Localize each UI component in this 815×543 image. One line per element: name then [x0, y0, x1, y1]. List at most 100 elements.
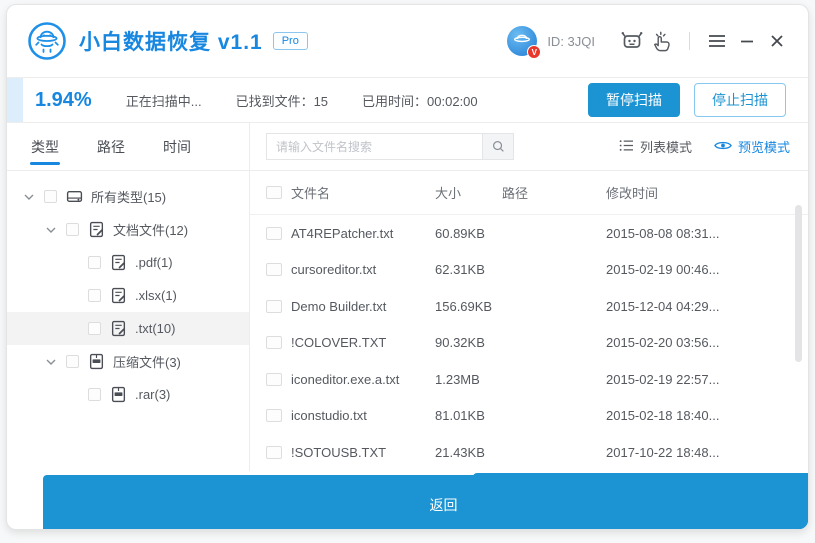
tree-checkbox[interactable]: [88, 388, 101, 401]
tree-item-txt[interactable]: .txt(10): [7, 312, 249, 345]
scan-status-bar: 1.94% 正在扫描中... 已找到文件：15 已用时间：00:02:00 暂停…: [7, 77, 808, 123]
table-row[interactable]: cursoreditor.txt 62.31KB 2015-02-19 00:4…: [250, 252, 808, 289]
row-checkbox[interactable]: [266, 409, 282, 422]
list-icon: [619, 139, 634, 155]
tree-item-label: .pdf(1): [135, 255, 173, 270]
touch-hand-icon[interactable]: [647, 26, 677, 56]
list-mode-toggle[interactable]: 列表模式: [619, 137, 692, 156]
tree-checkbox[interactable]: [44, 190, 57, 203]
file-table: 文件名 大小 路径 修改时间 AT4REPatcher.txt 60.89KB …: [250, 171, 808, 471]
user-id-label: ID: 3JQI: [547, 34, 595, 49]
eye-icon: [714, 139, 732, 154]
column-header-time: 修改时间: [606, 183, 808, 202]
tab-path[interactable]: 路径: [97, 123, 125, 170]
user-avatar[interactable]: V: [507, 26, 537, 56]
pro-badge: Pro: [273, 32, 308, 50]
footer-bar: 返回 导出文件列表 立即恢复: [7, 471, 808, 530]
select-all-checkbox[interactable]: [266, 186, 282, 199]
tree-checkbox[interactable]: [88, 256, 101, 269]
main-content: 所有类型(15) 文档文件(12): [7, 171, 808, 471]
zip-icon: [88, 353, 105, 370]
recover-now-button[interactable]: 立即恢复: [638, 473, 809, 530]
chevron-down-icon[interactable]: [21, 194, 37, 200]
table-row[interactable]: !COLOVER.TXT 90.32KB 2015-02-20 03:56...: [250, 325, 808, 362]
document-icon: [110, 254, 127, 271]
tree-item-label: 压缩文件(3): [113, 352, 181, 371]
app-title: 小白数据恢复 v1.1: [79, 26, 263, 56]
tree-checkbox[interactable]: [66, 223, 79, 236]
row-checkbox[interactable]: [266, 300, 282, 313]
file-size: 60.89KB: [435, 226, 502, 241]
pause-scan-button[interactable]: 暂停扫描: [588, 83, 680, 117]
tree-item-label: .rar(3): [135, 387, 170, 402]
tree-item-documents[interactable]: 文档文件(12): [7, 213, 249, 246]
divider: [689, 32, 690, 50]
tab-time[interactable]: 时间: [163, 123, 191, 170]
minimize-icon[interactable]: [732, 26, 762, 56]
file-time: 2015-12-04 04:29...: [606, 299, 808, 314]
elapsed-time-label: 已用时间：00:02:00: [362, 91, 478, 110]
table-row[interactable]: !SOTOUSB.TXT 21.43KB 2017-10-22 18:48...: [250, 434, 808, 471]
tree-item-label: 文档文件(12): [113, 220, 188, 239]
close-icon[interactable]: [762, 26, 792, 56]
column-header-name: 文件名: [291, 183, 435, 202]
file-time: 2017-10-22 18:48...: [606, 445, 808, 460]
scan-percent: 1.94%: [35, 89, 92, 112]
document-icon: [88, 221, 105, 238]
disk-icon: [66, 188, 83, 205]
file-size: 1.23MB: [435, 372, 502, 387]
column-header-path: 路径: [502, 183, 606, 202]
tree-item-xlsx[interactable]: .xlsx(1): [7, 279, 249, 312]
table-row[interactable]: AT4REPatcher.txt 60.89KB 2015-08-08 08:3…: [250, 215, 808, 252]
search-icon[interactable]: [482, 133, 514, 160]
file-size: 156.69KB: [435, 299, 502, 314]
row-checkbox[interactable]: [266, 227, 282, 240]
column-header-size: 大小: [435, 183, 502, 202]
file-size: 21.43KB: [435, 445, 502, 460]
file-time: 2015-08-08 08:31...: [606, 226, 808, 241]
robot-icon[interactable]: [617, 26, 647, 56]
table-row[interactable]: iconstudio.txt 81.01KB 2015-02-18 18:40.…: [250, 398, 808, 435]
titlebar-right: V ID: 3JQI: [507, 26, 792, 56]
file-time: 2015-02-19 22:57...: [606, 372, 808, 387]
chevron-down-icon[interactable]: [43, 227, 59, 233]
file-name: !SOTOUSB.TXT: [291, 445, 435, 460]
table-header: 文件名 大小 路径 修改时间: [250, 171, 808, 215]
app-window: 小白数据恢复 v1.1 Pro V ID: 3JQI: [6, 4, 809, 530]
file-size: 81.01KB: [435, 408, 502, 423]
menu-icon[interactable]: [702, 26, 732, 56]
preview-mode-toggle[interactable]: 预览模式: [714, 137, 790, 156]
file-name: iconstudio.txt: [291, 408, 435, 423]
table-row[interactable]: Demo Builder.txt 156.69KB 2015-12-04 04:…: [250, 288, 808, 325]
tree-item-archives[interactable]: 压缩文件(3): [7, 345, 249, 378]
file-time: 2015-02-20 03:56...: [606, 335, 808, 350]
document-icon: [110, 287, 127, 304]
tree-item-rar[interactable]: .rar(3): [7, 378, 249, 411]
file-time: 2015-02-19 00:46...: [606, 262, 808, 277]
tree-item-pdf[interactable]: .pdf(1): [7, 246, 249, 279]
tree-item-all-types[interactable]: 所有类型(15): [7, 180, 249, 213]
preview-mode-label: 预览模式: [738, 137, 790, 156]
app-logo-icon: [27, 21, 67, 61]
tree-checkbox[interactable]: [66, 355, 79, 368]
chevron-down-icon[interactable]: [43, 359, 59, 365]
file-name: !COLOVER.TXT: [291, 335, 435, 350]
row-checkbox[interactable]: [266, 446, 282, 459]
file-time: 2015-02-18 18:40...: [606, 408, 808, 423]
title-bar: 小白数据恢复 v1.1 Pro V ID: 3JQI: [7, 5, 808, 77]
stop-scan-button[interactable]: 停止扫描: [694, 83, 786, 117]
file-name: AT4REPatcher.txt: [291, 226, 435, 241]
file-size: 62.31KB: [435, 262, 502, 277]
search-input[interactable]: [266, 133, 482, 160]
row-checkbox[interactable]: [266, 373, 282, 386]
row-checkbox[interactable]: [266, 263, 282, 276]
tree-item-label: .txt(10): [135, 321, 175, 336]
tree-checkbox[interactable]: [88, 289, 101, 302]
row-checkbox[interactable]: [266, 336, 282, 349]
table-row[interactable]: iconeditor.exe.a.txt 1.23MB 2015-02-19 2…: [250, 361, 808, 398]
tab-type[interactable]: 类型: [31, 123, 59, 170]
tree-checkbox[interactable]: [88, 322, 101, 335]
tree-tabs: 类型 路径 时间: [7, 123, 250, 170]
scrollbar-thumb[interactable]: [795, 205, 802, 362]
files-found-label: 已找到文件：15: [236, 91, 328, 110]
